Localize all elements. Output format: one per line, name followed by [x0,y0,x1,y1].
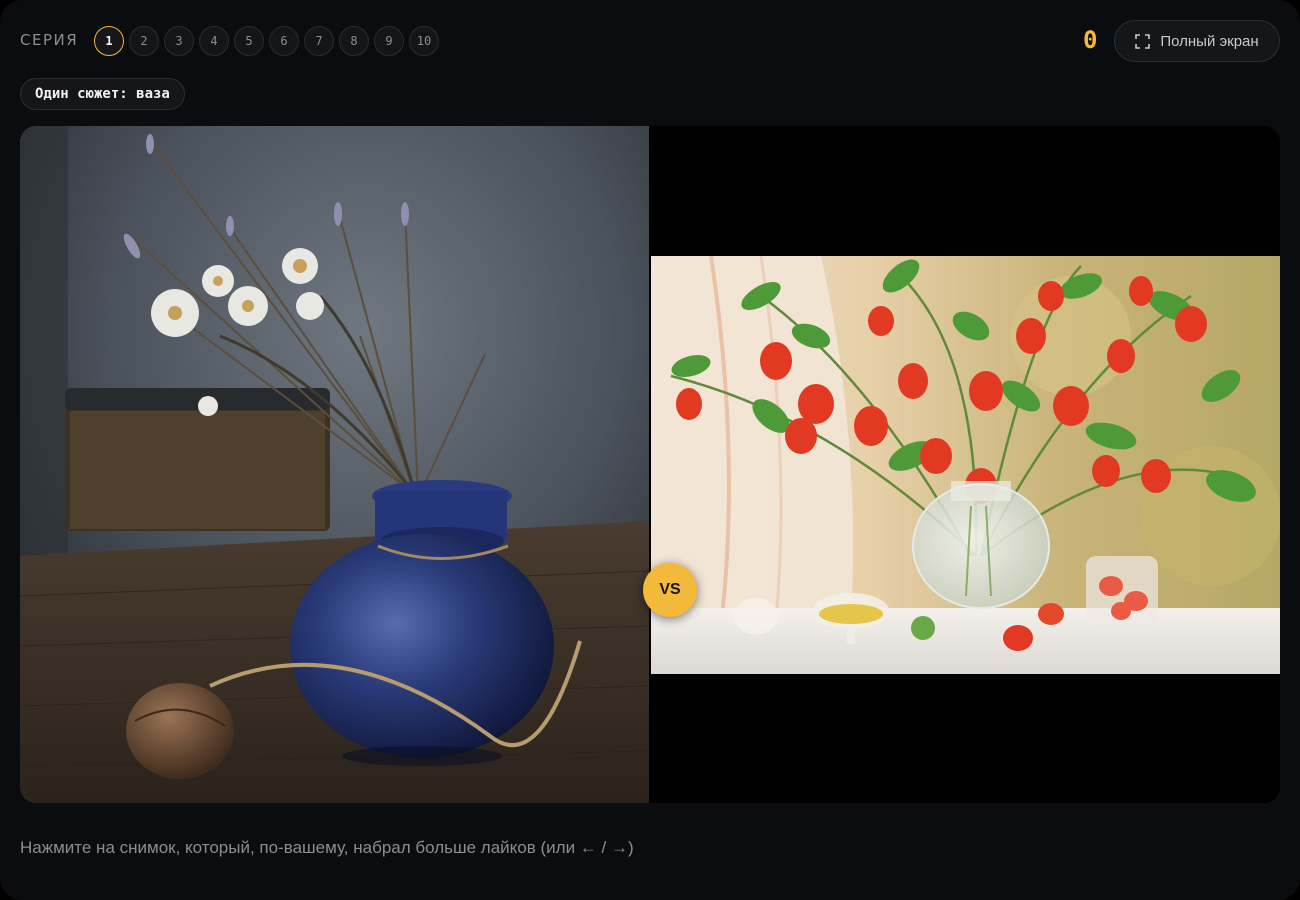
left-photo[interactable] [20,126,649,803]
left-photo-image [20,126,649,803]
round-dot-3[interactable]: 3 [164,26,194,56]
round-dot-9[interactable]: 9 [374,26,404,56]
round-dot-6[interactable]: 6 [269,26,299,56]
round-dot-7[interactable]: 7 [304,26,334,56]
score-counter: 0 [1083,26,1098,54]
right-photo[interactable] [651,126,1280,803]
vs-badge: VS [643,563,697,617]
round-indicator: 1 2 3 4 5 6 7 8 9 10 [94,26,439,56]
round-dot-5[interactable]: 5 [234,26,264,56]
fullscreen-button[interactable]: Полный экран [1114,20,1280,62]
round-dot-4[interactable]: 4 [199,26,229,56]
round-dot-10[interactable]: 10 [409,26,439,56]
round-dot-1[interactable]: 1 [94,26,124,56]
subject-tag: Один сюжет: ваза [20,78,185,110]
right-photo-image [651,256,1280,674]
app-window: СЕРИЯ 1 2 3 4 5 6 7 8 9 10 0 Полный экра… [0,0,1300,900]
fullscreen-label: Полный экран [1160,32,1259,50]
series-label: СЕРИЯ [20,31,79,49]
fullscreen-corners-icon [1135,33,1151,49]
round-dot-2[interactable]: 2 [129,26,159,56]
right-photo-frame [651,256,1280,674]
comparison-stage: VS [20,126,1280,803]
round-dot-8[interactable]: 8 [339,26,369,56]
instruction-hint: Нажмите на снимок, который, по-вашему, н… [20,838,634,857]
